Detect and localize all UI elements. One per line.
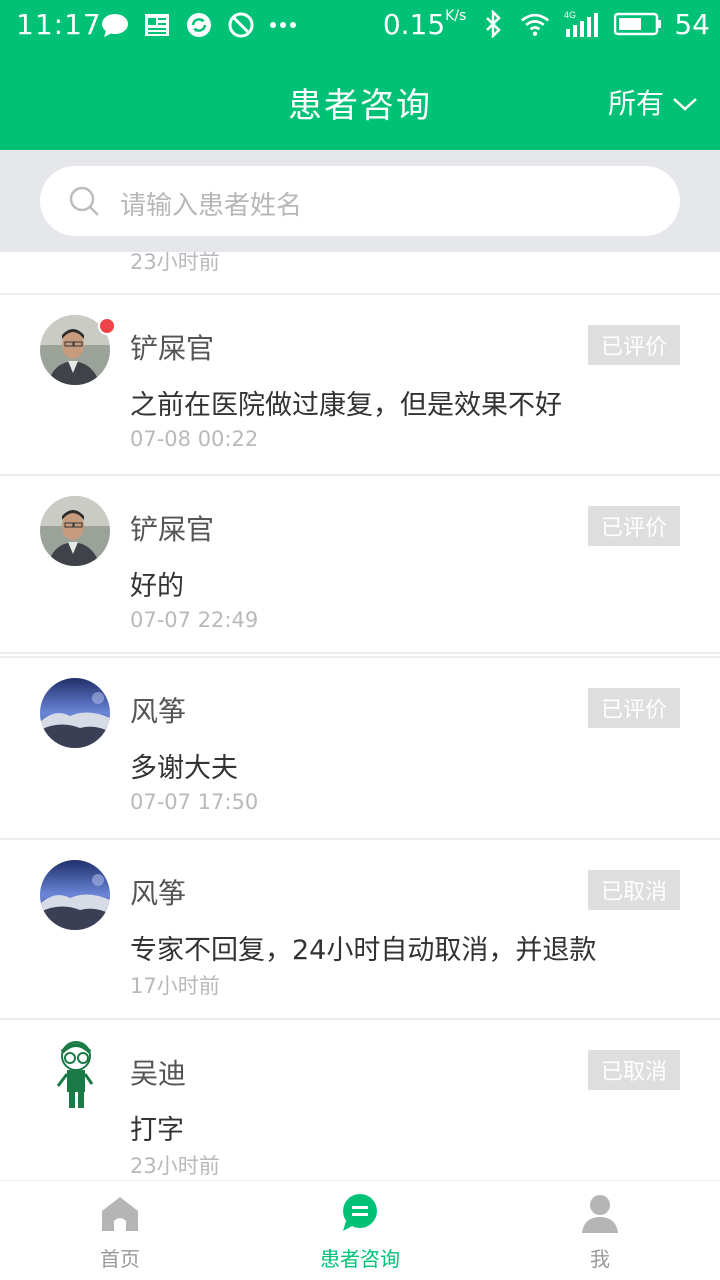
bluetooth-icon xyxy=(478,9,508,39)
home-icon xyxy=(100,1193,140,1233)
tab-patient-consult[interactable]: 患者咨询 xyxy=(240,1181,480,1280)
status-badge: 已评价 xyxy=(588,506,680,546)
message-preview: 好的 xyxy=(130,571,184,602)
tab-label: 我 xyxy=(590,1247,610,1271)
tab-home[interactable]: 首页 xyxy=(0,1181,240,1280)
message-preview: 专家不回复，24小时自动取消，并退款 xyxy=(130,935,597,966)
consultation-list: 23小时前 铲屎官 已评价 之前在医院做过康复，但是效果不好 07-08 00:… xyxy=(0,252,720,1180)
list-item[interactable]: 铲屎官 已评价 之前在医院做过康复，但是效果不好 07-08 00:22 xyxy=(0,295,720,475)
search-icon xyxy=(68,185,100,217)
list-item-time: 17小时前 xyxy=(130,974,220,998)
network-speed: 0.15K/s xyxy=(382,7,467,41)
status-badge: 已取消 xyxy=(588,870,680,910)
tab-label: 首页 xyxy=(100,1247,140,1271)
chevron-down-icon xyxy=(672,86,698,119)
search-placeholder: 请输入患者姓名 xyxy=(120,191,303,221)
wifi-icon xyxy=(520,9,550,39)
list-item-time: 07-07 22:49 xyxy=(130,608,259,632)
list-item[interactable]: 风筝 已取消 专家不回复，24小时自动取消，并退款 17小时前 xyxy=(0,840,720,1020)
news-icon xyxy=(142,10,172,40)
search-input[interactable]: 请输入患者姓名 xyxy=(40,166,680,236)
avatar xyxy=(40,496,110,566)
status-badge: 已取消 xyxy=(588,1050,680,1090)
app-header: 患者咨询 所有 xyxy=(0,50,720,150)
bottom-nav: 首页 患者咨询 我 xyxy=(0,1180,720,1280)
tab-me[interactable]: 我 xyxy=(480,1181,720,1280)
list-item-time: 23小时前 xyxy=(130,1154,220,1178)
message-preview: 多谢大夫 xyxy=(130,753,238,784)
patient-name: 铲屎官 xyxy=(130,332,215,365)
message-preview: 之前在医院做过康复，但是效果不好 xyxy=(130,390,562,421)
status-badge: 已评价 xyxy=(588,325,680,365)
chat-icon xyxy=(340,1193,380,1233)
list-item-time: 23小时前 xyxy=(130,252,220,274)
list-item[interactable]: 铲屎官 已评价 好的 07-07 22:49 xyxy=(0,476,720,656)
divider xyxy=(0,652,720,654)
filter-dropdown[interactable]: 所有 xyxy=(608,82,698,122)
avatar xyxy=(40,678,110,748)
sync-icon xyxy=(184,10,214,40)
block-icon xyxy=(226,10,256,40)
patient-name: 吴迪 xyxy=(130,1057,187,1090)
list-item-time: 07-07 17:50 xyxy=(130,790,259,814)
status-bar: 11:17 0.15K/s 4G 54 xyxy=(0,0,720,50)
list-item[interactable]: 风筝 已评价 多谢大夫 07-07 17:50 xyxy=(0,658,720,838)
battery-icon xyxy=(614,9,662,39)
avatar xyxy=(40,1038,110,1108)
list-item-time: 07-08 00:22 xyxy=(130,427,259,451)
avatar xyxy=(40,860,110,930)
message-icon xyxy=(100,10,130,40)
patient-name: 风筝 xyxy=(130,877,187,910)
list-item[interactable]: 吴迪 已取消 打字 23小时前 xyxy=(0,1020,720,1180)
signal-icon: 4G xyxy=(562,9,602,39)
tab-label: 患者咨询 xyxy=(320,1247,400,1271)
filter-label: 所有 xyxy=(607,87,664,120)
battery-level: 54 xyxy=(674,7,710,41)
patient-name: 铲屎官 xyxy=(130,513,215,546)
svg-text:4G: 4G xyxy=(564,10,576,20)
unread-dot xyxy=(98,317,116,335)
patient-name: 风筝 xyxy=(130,695,187,728)
search-area: 请输入患者姓名 xyxy=(0,150,720,252)
status-badge: 已评价 xyxy=(588,688,680,728)
status-time: 11:17 xyxy=(16,8,102,41)
message-preview: 打字 xyxy=(130,1115,184,1146)
user-icon xyxy=(580,1193,620,1233)
more-icon xyxy=(268,10,298,40)
